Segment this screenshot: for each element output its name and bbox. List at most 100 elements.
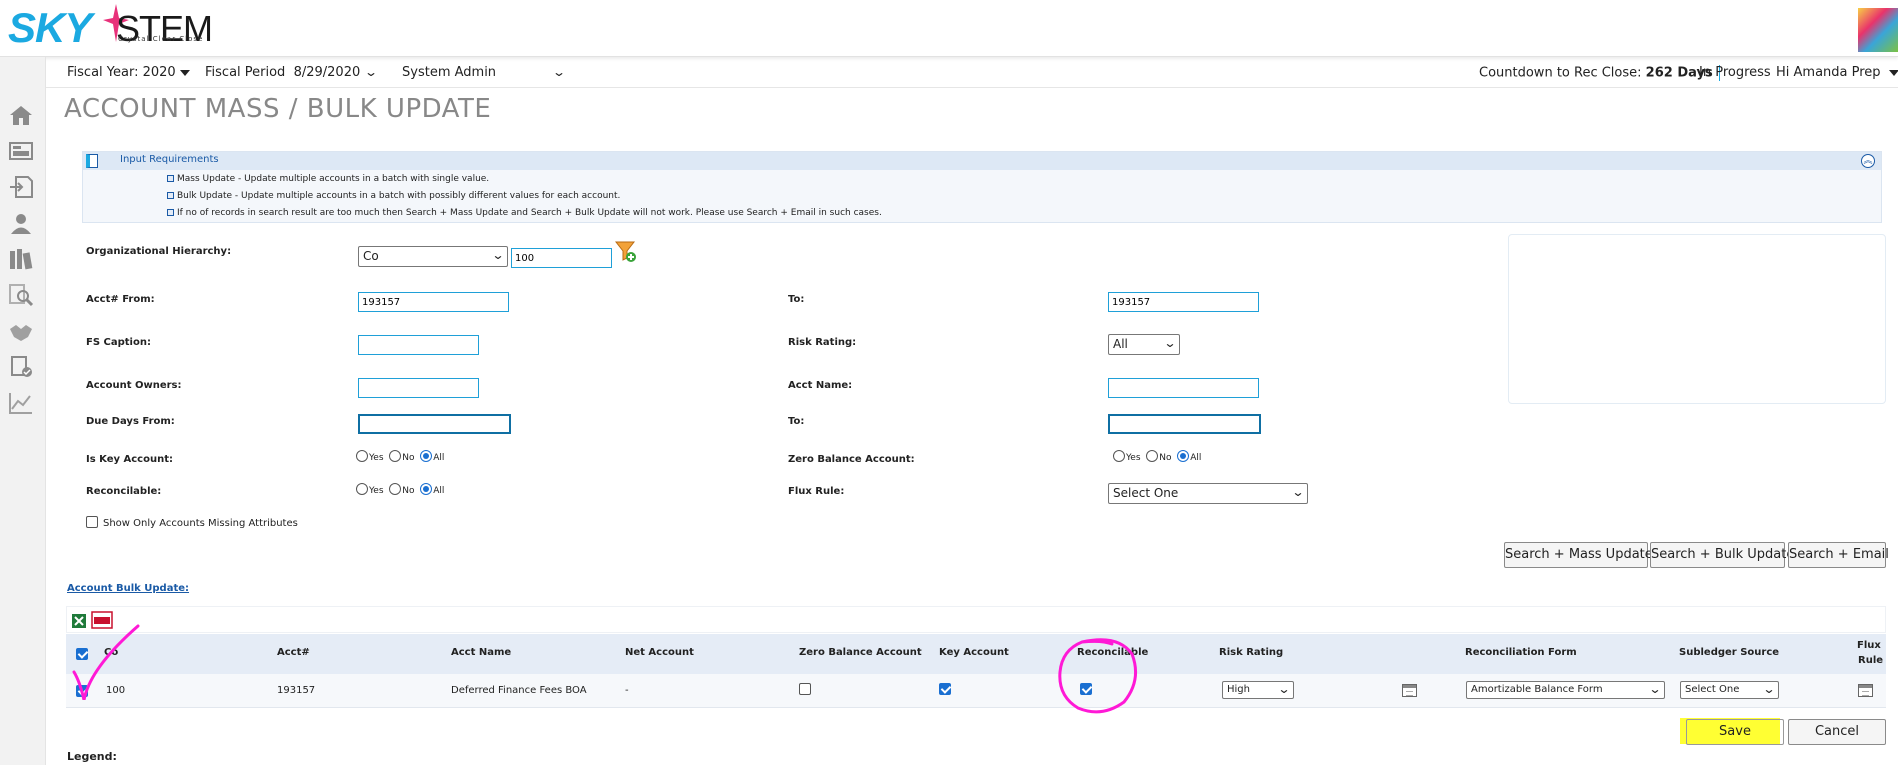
dashboard-icon[interactable] xyxy=(8,139,34,163)
chevron-down-icon: ⌄ xyxy=(1648,682,1662,696)
radio-label: No xyxy=(402,486,415,496)
risk-rating-row-select[interactable]: High ⌄ xyxy=(1222,681,1294,699)
excel-export-icon[interactable] xyxy=(71,613,87,629)
due-days-to-label: To: xyxy=(788,416,805,427)
key-account-label: Is Key Account: xyxy=(86,454,173,465)
pdf-export-icon[interactable] xyxy=(91,611,113,629)
cell-acct: 193157 xyxy=(277,685,316,696)
reconcilable-yes-radio[interactable] xyxy=(356,483,368,495)
acct-name-input[interactable] xyxy=(1108,378,1259,398)
user-menu[interactable]: Hi Amanda Prep xyxy=(1776,65,1898,80)
requirement-text: Bulk Update - Update multiple accounts i… xyxy=(177,191,621,201)
reconcilable-all-radio[interactable] xyxy=(420,483,433,495)
requirement-text: If no of records in search result are to… xyxy=(177,208,882,218)
subledger-source-select[interactable]: Select One ⌄ xyxy=(1680,681,1779,699)
flux-rule-label: Flux Rule: xyxy=(788,486,845,497)
missing-attributes-checkbox[interactable] xyxy=(86,516,98,528)
account-owners-input[interactable] xyxy=(358,378,479,398)
search-bulk-update-button[interactable]: Search + Bulk Update xyxy=(1650,542,1794,568)
risk-rating-row-value: High xyxy=(1227,684,1250,695)
import-icon[interactable] xyxy=(8,175,34,199)
sidebar xyxy=(0,57,46,765)
chevron-down-icon: ⌄ xyxy=(1762,682,1776,696)
zero-balance-all-radio[interactable] xyxy=(1177,450,1190,462)
reconciliation-form-value: Amortizable Balance Form xyxy=(1471,684,1603,695)
search-report-icon[interactable] xyxy=(8,283,34,307)
context-bar: Fiscal Year: 2020 Fiscal Period 8/29/202… xyxy=(46,58,1898,88)
acct-to-label: To: xyxy=(788,294,805,305)
org-hierarchy-input[interactable] xyxy=(511,248,612,268)
select-all-checkbox[interactable] xyxy=(76,648,88,660)
column-header-zero-balance[interactable]: Zero Balance Account xyxy=(799,647,922,658)
flux-rule-select[interactable]: Select One ⌄ xyxy=(1108,483,1308,504)
column-header-reconcilable[interactable]: Reconcilable xyxy=(1077,647,1148,658)
reconcilable-label: Reconcilable: xyxy=(86,486,162,497)
bullet-icon xyxy=(167,192,174,199)
radio-label: No xyxy=(1159,453,1172,463)
acct-from-input[interactable] xyxy=(358,292,509,312)
column-header-flux[interactable]: Flux xyxy=(1857,640,1881,651)
acct-name-label: Acct Name: xyxy=(788,380,853,391)
account-bulk-update-link[interactable]: Account Bulk Update: xyxy=(67,583,189,594)
column-header-co[interactable]: Co xyxy=(104,647,118,658)
handshake-icon[interactable] xyxy=(8,319,34,343)
chart-icon[interactable] xyxy=(8,391,34,415)
zero-balance-yes-radio[interactable] xyxy=(1113,450,1125,462)
save-button[interactable]: Save xyxy=(1686,719,1784,745)
role-dropdown[interactable]: System Admin ⌄ xyxy=(402,65,567,80)
search-mass-update-button[interactable]: Search + Mass Update xyxy=(1504,542,1653,568)
approve-doc-icon[interactable] xyxy=(8,355,34,379)
logo-tagline: Crystal Clear Close xyxy=(118,35,204,43)
grid-header: Co Acct# Acct Name Net Account Zero Bala… xyxy=(66,634,1886,674)
flux-rule-calendar-icon[interactable] xyxy=(1858,684,1873,697)
top-header: SKY STEM Crystal Clear Close xyxy=(0,0,1898,57)
search-email-button[interactable]: Search + Email xyxy=(1788,542,1889,568)
key-account-all-radio[interactable] xyxy=(420,450,433,462)
requirement-item: Bulk Update - Update multiple accounts i… xyxy=(167,191,620,201)
column-header-net-account[interactable]: Net Account xyxy=(625,647,694,658)
key-account-yes-radio[interactable] xyxy=(356,450,368,462)
collapse-icon[interactable]: ︽ xyxy=(1861,154,1875,168)
zero-balance-no-radio[interactable] xyxy=(1146,450,1159,462)
fiscal-year-label: Fiscal Year: 2020 xyxy=(67,65,176,80)
due-days-to-input[interactable] xyxy=(1108,414,1261,434)
reconcilable-no-radio[interactable] xyxy=(389,483,402,495)
due-days-label: Due Days From: xyxy=(86,416,175,427)
org-hierarchy-select[interactable]: Co ⌄ xyxy=(358,246,508,267)
risk-rating-select[interactable]: All ⌄ xyxy=(1108,334,1180,355)
chevron-down-icon: ⌄ xyxy=(364,65,379,79)
column-header-key-account[interactable]: Key Account xyxy=(939,647,1009,658)
chevron-down-icon: ⌄ xyxy=(1163,336,1177,350)
column-header-rule[interactable]: Rule xyxy=(1858,655,1883,666)
calendar-icon[interactable] xyxy=(1402,684,1417,697)
row-select-checkbox[interactable] xyxy=(76,685,88,697)
column-header-acct-name[interactable]: Acct Name xyxy=(451,647,511,658)
skystem-logo[interactable]: SKY STEM Crystal Clear Close xyxy=(8,4,228,52)
fiscal-year-dropdown[interactable]: Fiscal Year: 2020 xyxy=(67,65,190,80)
column-header-reconciliation-form[interactable]: Reconciliation Form xyxy=(1465,647,1577,658)
cancel-button[interactable]: Cancel xyxy=(1788,719,1886,745)
user-avatar[interactable] xyxy=(1858,8,1898,52)
grid-toolbar xyxy=(66,606,1886,633)
fiscal-period-dropdown[interactable]: Fiscal Period 8/29/2020 ⌄ xyxy=(205,65,379,80)
reconcilable-checkbox[interactable] xyxy=(1080,683,1092,695)
key-account-checkbox[interactable] xyxy=(939,683,951,695)
due-days-from-input[interactable] xyxy=(358,414,511,434)
requirements-header[interactable]: Input Requirements ︽ xyxy=(83,152,1881,170)
user-icon[interactable] xyxy=(8,211,34,235)
reconciliation-form-select[interactable]: Amortizable Balance Form ⌄ xyxy=(1466,681,1665,699)
zero-balance-radios: Yes No All xyxy=(1113,450,1201,463)
column-header-risk-rating[interactable]: Risk Rating xyxy=(1219,647,1283,658)
zero-balance-checkbox[interactable] xyxy=(799,683,811,695)
fs-caption-input[interactable] xyxy=(358,335,479,355)
filter-add-icon[interactable] xyxy=(615,240,637,264)
books-icon[interactable] xyxy=(8,247,34,271)
acct-to-input[interactable] xyxy=(1108,292,1259,312)
key-account-no-radio[interactable] xyxy=(389,450,402,462)
flux-rule-select-value: Select One xyxy=(1113,486,1179,500)
column-header-subledger-source[interactable]: Subledger Source xyxy=(1679,647,1779,658)
requirement-item: If no of records in search result are to… xyxy=(167,208,882,218)
column-header-acct[interactable]: Acct# xyxy=(277,647,310,658)
chevron-down-icon: ⌄ xyxy=(552,65,567,79)
home-icon[interactable] xyxy=(8,103,34,127)
